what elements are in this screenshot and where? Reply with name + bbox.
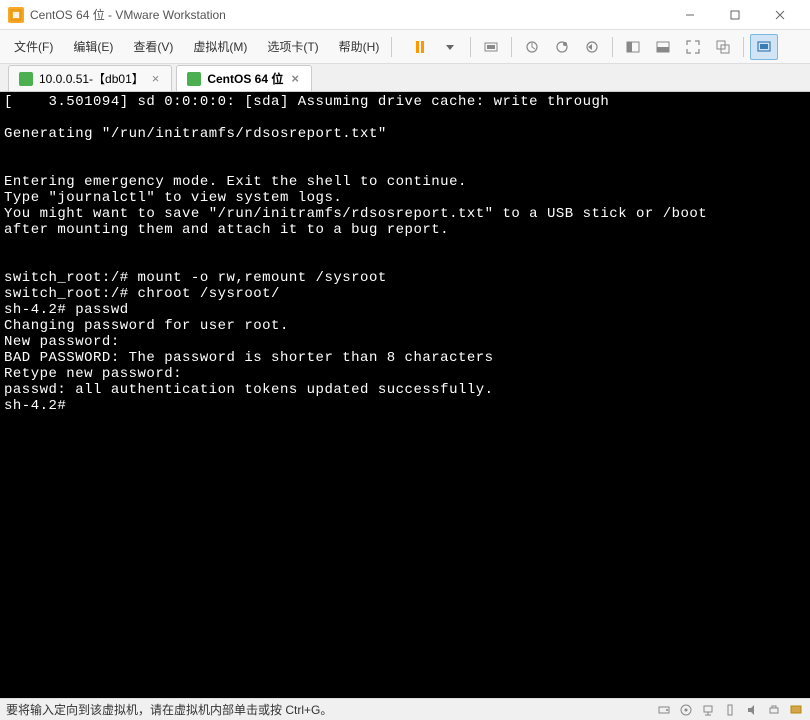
menu-view[interactable]: 查看(V) bbox=[125, 34, 181, 59]
sound-icon[interactable] bbox=[744, 702, 760, 718]
tab-close-icon[interactable]: × bbox=[289, 71, 301, 86]
console-view-button[interactable] bbox=[750, 34, 778, 60]
titlebar: CentOS 64 位 - VMware Workstation bbox=[0, 0, 810, 30]
separator bbox=[511, 37, 512, 57]
menu-file[interactable]: 文件(F) bbox=[6, 34, 61, 59]
tab-db01[interactable]: 10.0.0.51-【db01】 × bbox=[8, 65, 172, 91]
toolbar bbox=[406, 34, 778, 60]
separator bbox=[391, 37, 392, 57]
minimize-button[interactable] bbox=[667, 0, 712, 30]
pause-icon bbox=[416, 41, 424, 53]
tab-label: CentOS 64 位 bbox=[207, 70, 283, 87]
status-text: 要将输入定向到该虚拟机，请在虚拟机内部单击或按 Ctrl+G。 bbox=[6, 701, 656, 718]
statusbar: 要将输入定向到该虚拟机，请在虚拟机内部单击或按 Ctrl+G。 bbox=[0, 698, 810, 720]
maximize-button[interactable] bbox=[712, 0, 757, 30]
tab-close-icon[interactable]: × bbox=[150, 71, 162, 86]
fullscreen-button[interactable] bbox=[679, 34, 707, 60]
window-controls bbox=[667, 0, 802, 30]
terminal[interactable]: [ 3.501094] sd 0:0:0:0: [sda] Assuming d… bbox=[0, 92, 810, 698]
menu-tabs[interactable]: 选项卡(T) bbox=[259, 34, 326, 59]
revert-snapshot-button[interactable] bbox=[578, 34, 606, 60]
separator bbox=[612, 37, 613, 57]
snapshot-button[interactable] bbox=[518, 34, 546, 60]
network-icon[interactable] bbox=[700, 702, 716, 718]
status-icons bbox=[656, 702, 804, 718]
unity-button[interactable] bbox=[709, 34, 737, 60]
vm-icon bbox=[187, 72, 201, 86]
separator bbox=[743, 37, 744, 57]
usb-icon[interactable] bbox=[722, 702, 738, 718]
dropdown-button[interactable] bbox=[436, 34, 464, 60]
menu-help[interactable]: 帮助(H) bbox=[331, 34, 388, 59]
tab-label: 10.0.0.51-【db01】 bbox=[39, 70, 144, 87]
printer-icon[interactable] bbox=[766, 702, 782, 718]
close-button[interactable] bbox=[757, 0, 802, 30]
menubar: 文件(F) 编辑(E) 查看(V) 虚拟机(M) 选项卡(T) 帮助(H) bbox=[0, 30, 810, 64]
fit-guest-button[interactable] bbox=[619, 34, 647, 60]
send-ctrl-alt-del-button[interactable] bbox=[477, 34, 505, 60]
separator bbox=[470, 37, 471, 57]
menu-vm[interactable]: 虚拟机(M) bbox=[185, 34, 255, 59]
menu-items: 文件(F) 编辑(E) 查看(V) 虚拟机(M) 选项卡(T) 帮助(H) bbox=[6, 34, 387, 59]
cd-icon[interactable] bbox=[678, 702, 694, 718]
stretch-button[interactable] bbox=[649, 34, 677, 60]
tab-centos[interactable]: CentOS 64 位 × bbox=[176, 65, 312, 91]
window-title: CentOS 64 位 - VMware Workstation bbox=[30, 6, 667, 23]
snapshot-manager-button[interactable] bbox=[548, 34, 576, 60]
menu-edit[interactable]: 编辑(E) bbox=[65, 34, 121, 59]
disk-icon[interactable] bbox=[656, 702, 672, 718]
tabbar: 10.0.0.51-【db01】 × CentOS 64 位 × bbox=[0, 64, 810, 92]
pause-button[interactable] bbox=[406, 34, 434, 60]
vmware-icon bbox=[8, 7, 24, 23]
vm-icon bbox=[19, 72, 33, 86]
display-icon[interactable] bbox=[788, 702, 804, 718]
